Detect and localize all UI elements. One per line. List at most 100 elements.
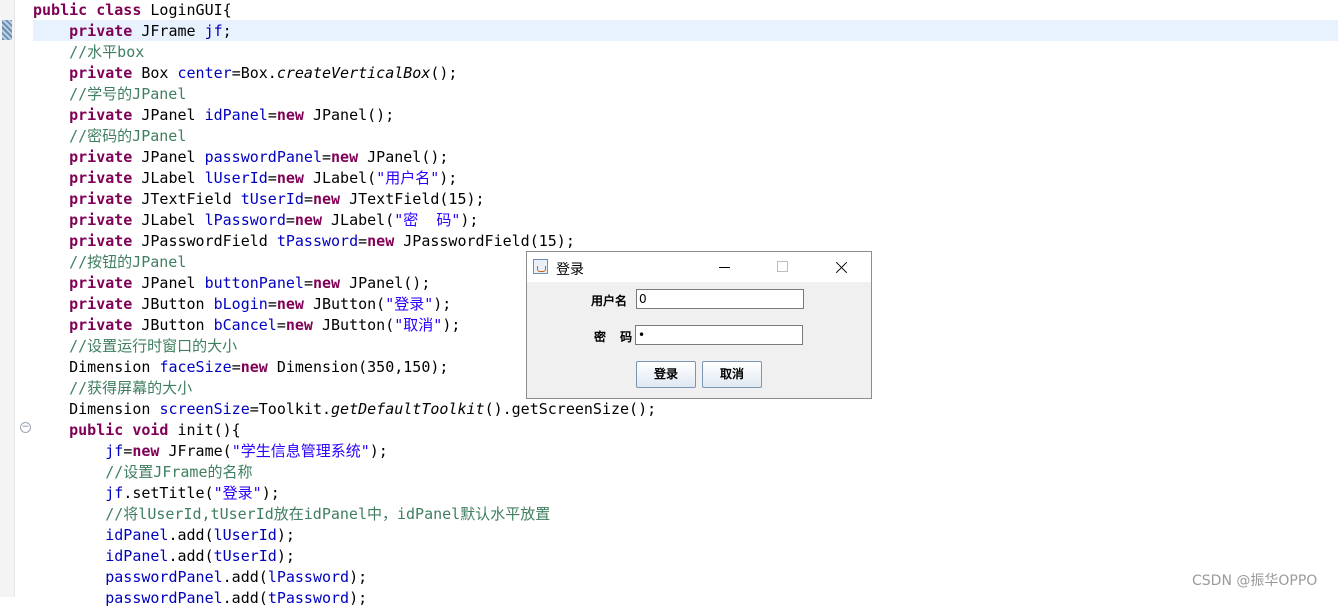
code-token: private — [69, 169, 133, 187]
code-token: JButton( — [312, 316, 395, 334]
code-token: JFrame( — [159, 442, 232, 460]
code-token: .add( — [168, 547, 214, 565]
code-line: idPanel.add(lUserId); — [33, 525, 656, 546]
code-token: JPanel — [132, 106, 205, 124]
code-token: private — [69, 22, 133, 40]
code-token: JPanel — [132, 274, 205, 292]
username-field[interactable]: 0 — [636, 289, 804, 309]
code-token: =Box. — [231, 64, 277, 82]
code-line: public class LoginGUI{ — [33, 0, 656, 21]
code-token: JFrame — [132, 22, 205, 40]
code-token: //按钮的JPanel — [69, 253, 187, 271]
code-line: private JPasswordField tPassword=new JPa… — [33, 231, 656, 252]
code-token: new — [276, 295, 304, 313]
code-token: ); — [349, 589, 368, 607]
username-label: 用户名 — [591, 294, 628, 308]
code-token: "学生信息管理系统" — [231, 442, 370, 460]
code-token: = — [285, 211, 295, 229]
code-token: ; — [222, 22, 232, 40]
password-label: 密 码 — [594, 330, 638, 344]
code-token: ); — [349, 568, 368, 586]
login-button[interactable]: 登录 — [636, 361, 696, 388]
code-token: ); — [276, 547, 295, 565]
code-token: JButton( — [303, 295, 386, 313]
code-token: "用户名" — [376, 169, 440, 187]
code-token: new — [276, 169, 304, 187]
code-line: passwordPanel.add(lPassword); — [33, 567, 656, 588]
code-token: Dimension — [33, 358, 160, 376]
code-token: //密码的JPanel — [69, 127, 187, 145]
code-token: JPasswordField — [132, 232, 277, 250]
maximize-button[interactable] — [760, 252, 806, 282]
fold-collapse-icon[interactable]: − — [20, 422, 31, 433]
dialog-titlebar[interactable]: 登录 — [527, 252, 871, 282]
code-line: jf.setTitle("登录"); — [33, 483, 656, 504]
password-field[interactable]: • — [635, 325, 803, 345]
code-token: //获得屏幕的大小 — [69, 379, 193, 397]
code-token: "取消" — [394, 316, 443, 334]
code-line: public void init(){ — [33, 420, 656, 441]
code-token: buttonPanel — [204, 274, 304, 292]
code-token: Box — [132, 64, 178, 82]
code-token: public — [33, 1, 88, 19]
code-token: = — [231, 358, 241, 376]
code-token: tUserId — [240, 190, 304, 208]
code-token: "密 码" — [394, 211, 461, 229]
code-token: .add( — [222, 568, 268, 586]
code-token: faceSize — [159, 358, 232, 376]
code-token: JLabel( — [303, 169, 377, 187]
code-token: .add( — [222, 589, 268, 607]
code-token: ); — [276, 526, 295, 544]
code-token: new — [276, 106, 304, 124]
code-token: JButton — [132, 316, 214, 334]
code-token: tPassword — [276, 232, 359, 250]
code-token: createVerticalBox — [276, 64, 431, 82]
watermark: CSDN @振华OPPO — [1192, 573, 1318, 589]
code-token: lUserId — [204, 169, 268, 187]
code-token: = — [267, 169, 277, 187]
code-token: jf — [105, 484, 124, 502]
code-token: ().getScreenSize(); — [484, 400, 657, 418]
editor-gutter: − — [0, 0, 31, 597]
code-token: = — [267, 106, 277, 124]
code-token: bCancel — [213, 316, 277, 334]
code-token: ); — [369, 442, 388, 460]
code-token: center — [177, 64, 232, 82]
code-token: private — [69, 211, 133, 229]
code-token: Dimension(350,150); — [267, 358, 449, 376]
cancel-button[interactable]: 取消 — [702, 361, 762, 388]
code-token: //学号的JPanel — [69, 85, 187, 103]
code-token: passwordPanel — [105, 568, 223, 586]
minimize-button[interactable] — [702, 252, 748, 282]
code-token: new — [240, 358, 268, 376]
code-line: //密码的JPanel — [33, 126, 656, 147]
code-token: passwordPanel — [204, 148, 322, 166]
code-token: tPassword — [267, 589, 350, 607]
code-token: new — [294, 211, 322, 229]
code-token: JTextField — [132, 190, 241, 208]
code-token: getDefaultToolkit — [331, 400, 485, 418]
close-button[interactable] — [818, 252, 864, 282]
code-token: lUserId — [213, 526, 277, 544]
code-token: //设置JFrame的名称 — [105, 463, 253, 481]
code-token: ); — [261, 484, 280, 502]
code-token: idPanel — [204, 106, 268, 124]
code-token: = — [267, 295, 277, 313]
code-token: new — [331, 148, 359, 166]
